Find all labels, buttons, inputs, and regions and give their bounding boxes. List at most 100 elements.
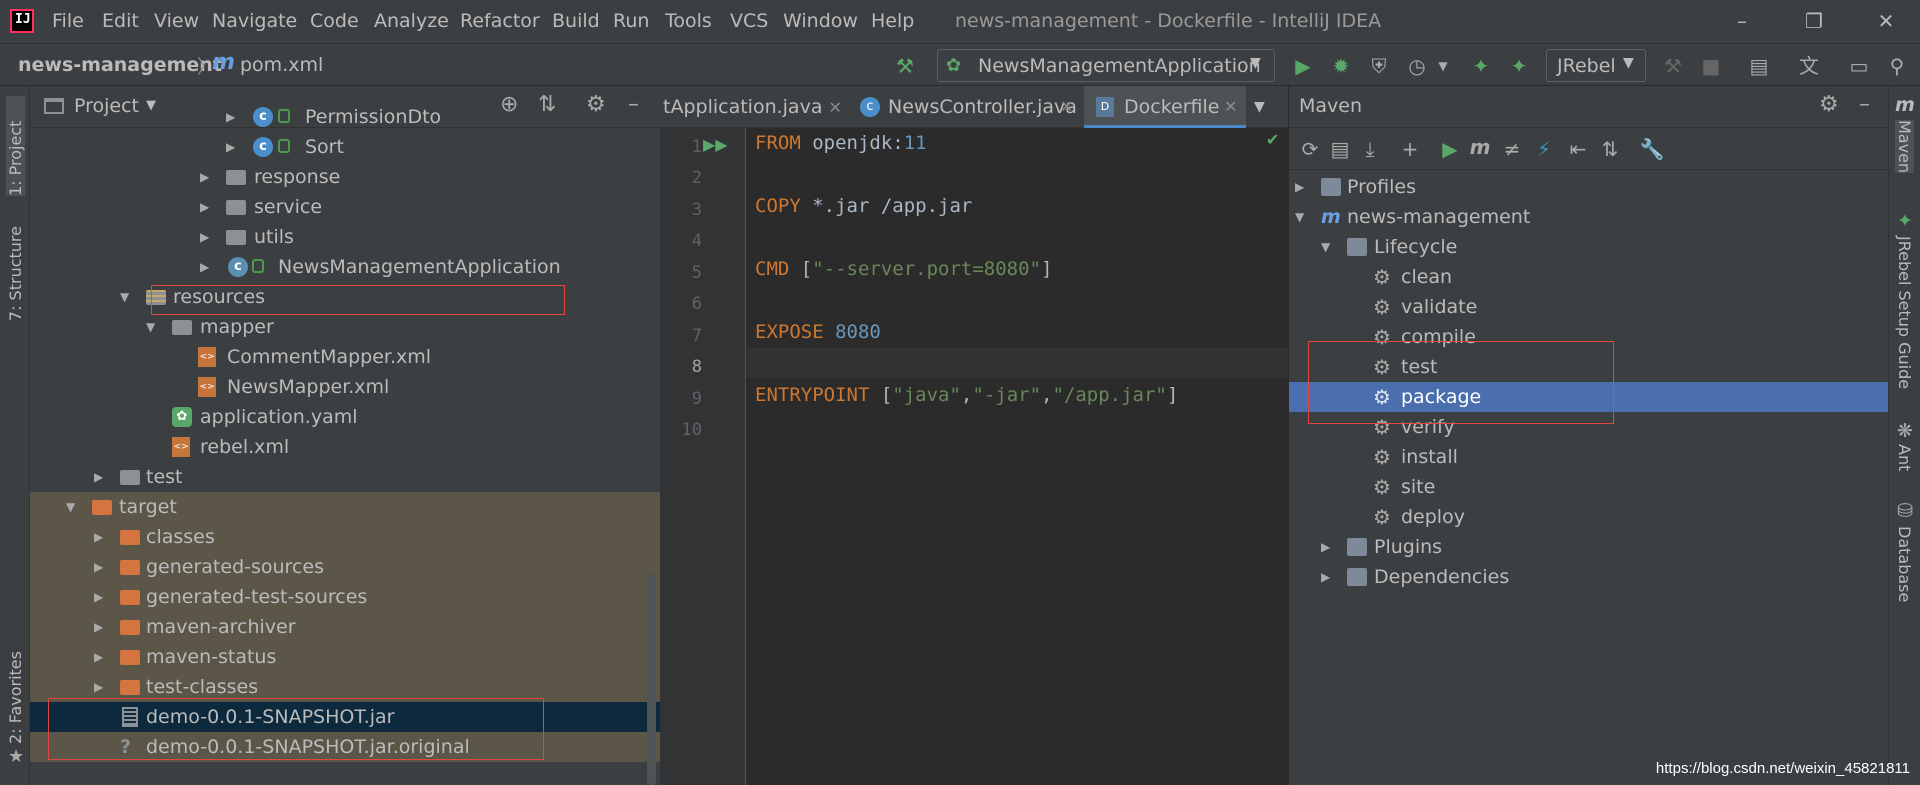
skip-tests-icon[interactable]: ⚡ [1531, 136, 1557, 162]
tool-window-maven[interactable]: Maven [1895, 120, 1914, 174]
jrebel-run-icon[interactable]: ✦ [1468, 53, 1494, 79]
reload-icon[interactable]: ⟳ [1297, 136, 1323, 162]
profile-dropdown-icon[interactable]: ▼ [1430, 53, 1456, 79]
hide-panel-icon[interactable]: – [1859, 92, 1870, 117]
code-line-9[interactable]: ENTRYPOINT ["java","-jar","/app.jar"] [755, 384, 1178, 406]
tool-window-project[interactable]: 1: Project [6, 96, 25, 196]
collapse-arrow-icon[interactable]: ▼ [146, 312, 155, 342]
maven-goal-site[interactable]: ⚙ site [1289, 472, 1889, 502]
collapse-arrow-icon[interactable]: ▼ [120, 282, 129, 312]
expand-arrow-icon[interactable]: ▶ [226, 132, 235, 162]
breadcrumb-file[interactable]: pom.xml [240, 54, 323, 76]
gear-icon[interactable]: ⚙ [1819, 92, 1839, 117]
code-line-5[interactable]: CMD ["--server.port=8080"] [755, 258, 1052, 280]
add-icon[interactable]: + [1397, 136, 1423, 162]
maven-item-dependencies[interactable]: ▶ Dependencies [1289, 562, 1889, 592]
tree-item-maven-archiver[interactable]: ▶ maven-archiver [30, 612, 660, 642]
tree-item-rebel-xml[interactable]: <> rebel.xml [30, 432, 660, 462]
menu-view[interactable]: View [154, 10, 199, 32]
menu-vcs[interactable]: VCS [730, 10, 768, 32]
tab-list-chevron-icon[interactable]: ▼ [1254, 86, 1284, 128]
project-structure-icon[interactable]: ▤ [1746, 53, 1772, 79]
tree-item-utils[interactable]: ▶ utils [30, 222, 660, 252]
expand-arrow-icon[interactable]: ▶ [200, 222, 209, 252]
expand-arrow-icon[interactable]: ▶ [94, 552, 103, 582]
tree-item-application-yaml[interactable]: ✿ application.yaml [30, 402, 660, 432]
tree-item-target[interactable]: ▼ target [30, 492, 660, 522]
close-tab-icon[interactable]: ✕ [1060, 86, 1073, 128]
menu-help[interactable]: Help [871, 10, 914, 32]
close-window-icon[interactable]: ✕ [1866, 6, 1906, 36]
maven-goal-deploy[interactable]: ⚙ deploy [1289, 502, 1889, 532]
expand-arrow-icon[interactable]: ▶ [94, 462, 103, 492]
tree-item-generated-sources[interactable]: ▶ generated-sources [30, 552, 660, 582]
tool-window-jrebel-setup[interactable]: JRebel Setup Guide [1895, 236, 1914, 389]
jrebel-select[interactable]: JRebel ▼ [1546, 49, 1646, 82]
expand-arrow-icon[interactable]: ▶ [1321, 562, 1330, 592]
run-gutter-icon[interactable]: ▶▶ [703, 135, 728, 154]
run-icon[interactable]: ▶ [1437, 136, 1463, 162]
menu-code[interactable]: Code [310, 10, 359, 32]
tab-newscontroller-java[interactable]: c NewsController.java ✕ [850, 86, 1084, 128]
maven-item-news-management[interactable]: ▼ m news-management [1289, 202, 1889, 232]
minimize-icon[interactable]: – [1722, 6, 1762, 36]
tool-window-database[interactable]: Database [1895, 526, 1914, 602]
build-hammer-icon[interactable]: ⚒ [892, 53, 918, 79]
toggle-offline-icon[interactable]: ≠ [1499, 136, 1525, 162]
restore-icon[interactable]: ❐ [1794, 6, 1834, 36]
tree-item-response[interactable]: ▶ response [30, 162, 660, 192]
expand-arrow-icon[interactable]: ▶ [94, 612, 103, 642]
tree-item-newsmapper-xml[interactable]: <> NewsMapper.xml [30, 372, 660, 402]
tree-item-generated-test-sources[interactable]: ▶ generated-test-sources [30, 582, 660, 612]
debug-icon[interactable]: ✹ [1328, 53, 1354, 79]
expand-arrow-icon[interactable]: ▶ [200, 252, 209, 282]
tree-item-permissiondto[interactable]: ▶ c PermissionDto [30, 102, 660, 132]
translate-icon[interactable]: 文 [1796, 53, 1822, 79]
collapse-arrow-icon[interactable]: ▼ [1295, 202, 1304, 232]
tool-window-favorites[interactable]: 2: Favorites [6, 651, 25, 744]
presentation-icon[interactable]: ▭ [1846, 53, 1872, 79]
tree-item-sort[interactable]: ▶ c Sort [30, 132, 660, 162]
maven-item-profiles[interactable]: ▶ Profiles [1289, 172, 1889, 202]
expand-arrow-icon[interactable]: ▶ [200, 162, 209, 192]
menu-refactor[interactable]: Refactor [460, 10, 540, 32]
tree-item-mapper[interactable]: ▼ mapper [30, 312, 660, 342]
maven-goal-validate[interactable]: ⚙ validate [1289, 292, 1889, 322]
execute-goal-icon[interactable]: m [1467, 134, 1493, 160]
tool-window-ant[interactable]: Ant [1895, 444, 1914, 471]
menu-navigate[interactable]: Navigate [212, 10, 297, 32]
show-dependencies-icon[interactable]: ⇤ [1565, 136, 1591, 162]
tree-item-maven-status[interactable]: ▶ maven-status [30, 642, 660, 672]
coverage-icon[interactable]: ⛨ [1366, 53, 1392, 79]
tree-item-service[interactable]: ▶ service [30, 192, 660, 222]
expand-arrow-icon[interactable]: ▶ [94, 582, 103, 612]
tree-item-test[interactable]: ▶ test [30, 462, 660, 492]
code-line-7[interactable]: EXPOSE 8080 [755, 321, 881, 343]
tree-item-classes[interactable]: ▶ classes [30, 522, 660, 552]
expand-arrow-icon[interactable]: ▶ [1321, 532, 1330, 562]
collapse-all-icon[interactable]: ⇅ [1597, 136, 1623, 162]
expand-arrow-icon[interactable]: ▶ [94, 522, 103, 552]
tab-application-java[interactable]: tApplication.java ✕ [660, 86, 850, 128]
menu-file[interactable]: File [52, 10, 84, 32]
wrench-icon[interactable]: 🔧 [1639, 136, 1665, 162]
expand-arrow-icon[interactable]: ▶ [226, 102, 235, 132]
menu-window[interactable]: Window [783, 10, 858, 32]
menu-analyze[interactable]: Analyze [374, 10, 449, 32]
code-line-1[interactable]: FROM openjdk:11 [755, 132, 927, 154]
code-line-3[interactable]: COPY *.jar /app.jar [755, 195, 972, 217]
tab-dockerfile[interactable]: D Dockerfile ✕ [1084, 86, 1246, 128]
maven-item-lifecycle[interactable]: ▼ Lifecycle [1289, 232, 1889, 262]
vertical-scrollbar[interactable] [647, 574, 656, 785]
tree-item-commentmapper-xml[interactable]: <> CommentMapper.xml [30, 342, 660, 372]
run-icon[interactable]: ▶ [1290, 53, 1316, 79]
expand-arrow-icon[interactable]: ▶ [200, 192, 209, 222]
maven-item-plugins[interactable]: ▶ Plugins [1289, 532, 1889, 562]
jrebel-debug-icon[interactable]: ✦ [1506, 53, 1532, 79]
expand-arrow-icon[interactable]: ▶ [94, 642, 103, 672]
maven-goal-install[interactable]: ⚙ install [1289, 442, 1889, 472]
close-tab-icon[interactable]: ✕ [829, 98, 842, 117]
menu-edit[interactable]: Edit [102, 10, 139, 32]
run-configuration-select[interactable]: ✿ NewsManagementApplication ▼ [937, 49, 1275, 82]
expand-arrow-icon[interactable]: ▶ [1295, 172, 1304, 202]
